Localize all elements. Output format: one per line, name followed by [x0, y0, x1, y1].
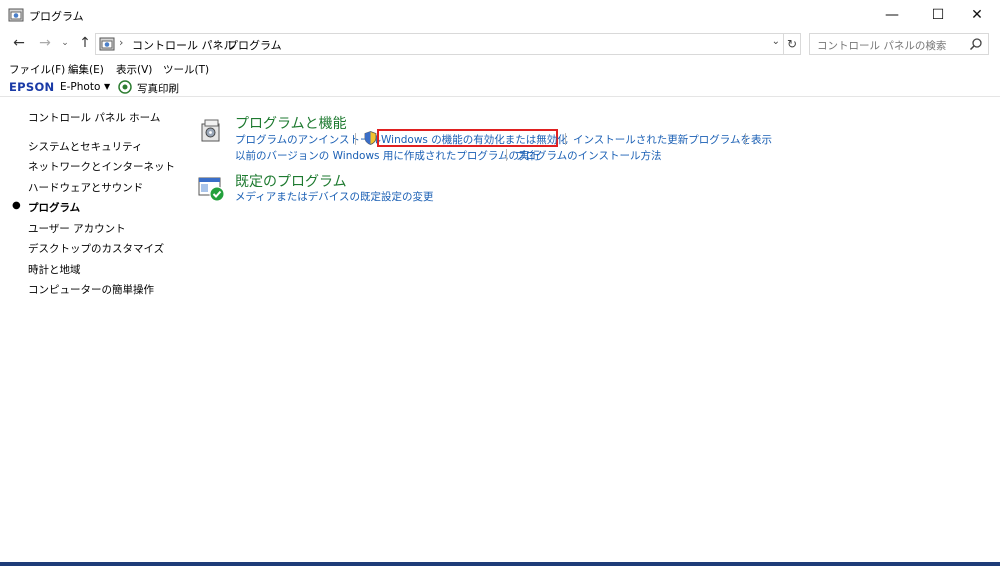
sidebar-item-user-accounts[interactable]: ユーザー アカウント [28, 221, 126, 236]
sidebar-item-personalization[interactable]: デスクトップのカスタマイズ [28, 241, 164, 256]
programs-features-icon[interactable] [198, 116, 226, 144]
menu-view[interactable]: 表示(V) [116, 62, 152, 77]
photo-print-icon[interactable] [118, 80, 132, 94]
epson-logo: EPSON [9, 80, 55, 94]
close-button[interactable]: ✕ [954, 0, 1000, 30]
control-panel-icon [99, 37, 115, 51]
link-separator [745, 133, 746, 145]
sidebar-item-network[interactable]: ネットワークとインターネット [28, 159, 175, 174]
sidebar-item-hardware-sound[interactable]: ハードウェアとサウンド [28, 180, 143, 195]
menu-bar: ファイル(F) 編集(E) 表示(V) ツール(T) [0, 60, 1000, 78]
search-input[interactable]: コントロール パネルの検索 [809, 33, 989, 55]
how-to-install-program-link[interactable]: プログラムのインストール方法 [515, 148, 661, 163]
recent-locations-chevron-icon[interactable]: ⌄ [59, 34, 71, 52]
taskbar-edge [0, 562, 1000, 566]
address-dropdown-icon[interactable]: ⌄ [772, 36, 780, 47]
breadcrumb-chevron-icon: › [119, 36, 124, 49]
menu-file[interactable]: ファイル(F) [9, 62, 65, 77]
link-separator [355, 133, 356, 145]
breadcrumb-control-panel[interactable]: コントロール パネル [132, 37, 235, 53]
navigation-bar: ← → ⌄ ↑ › コントロール パネル › プログラム ⌄ ↻ コントロール … [0, 30, 1000, 58]
change-default-media-device-link[interactable]: メディアまたはデバイスの既定設定の変更 [235, 189, 433, 204]
window-title: プログラム [29, 10, 84, 23]
sidebar-item-clock-region[interactable]: 時計と地域 [28, 262, 81, 277]
toolbar-divider [0, 96, 1000, 97]
shield-icon [364, 131, 377, 145]
breadcrumb-programs[interactable]: プログラム [227, 37, 282, 53]
category-title-default-programs[interactable]: 既定のプログラム [235, 171, 347, 191]
forward-arrow-icon[interactable]: → [36, 34, 54, 52]
up-arrow-icon[interactable]: ↑ [76, 34, 94, 52]
program-compatibility-link[interactable]: 以前のバージョンの Windows 用に作成されたプログラムの実行 [235, 148, 540, 163]
menu-tools[interactable]: ツール(T) [163, 62, 209, 77]
dropdown-triangle-icon[interactable]: ▼ [104, 82, 110, 91]
photo-print-button[interactable]: 写真印刷 [137, 81, 179, 96]
minimize-button[interactable]: — [869, 0, 915, 30]
ephoto-menu[interactable]: E-Photo [60, 81, 100, 93]
sidebar-item-programs[interactable]: プログラム [28, 200, 80, 215]
sidebar-item-ease-of-access[interactable]: コンピューターの簡単操作 [28, 282, 154, 297]
active-bullet-icon: ● [12, 200, 21, 211]
search-placeholder: コントロール パネルの検索 [817, 40, 947, 52]
link-separator [506, 149, 507, 161]
refresh-icon[interactable]: ↻ [784, 33, 801, 55]
view-installed-updates-link[interactable]: インストールされた更新プログラムを表示 [573, 132, 772, 147]
uninstall-program-link[interactable]: プログラムのアンインストール [235, 132, 381, 147]
sidebar-home-link[interactable]: コントロール パネル ホーム [28, 110, 160, 125]
category-title-programs-features[interactable]: プログラムと機能 [235, 113, 347, 133]
default-programs-icon[interactable] [198, 175, 226, 203]
menu-edit[interactable]: 編集(E) [68, 62, 104, 77]
title-bar: プログラム — ☐ ✕ [0, 0, 1000, 30]
address-bar[interactable]: › コントロール パネル › プログラム ⌄ [95, 33, 784, 55]
link-separator [565, 133, 566, 145]
back-arrow-icon[interactable]: ← [10, 34, 28, 52]
breadcrumb-chevron-icon[interactable]: › [214, 36, 218, 49]
epson-toolbar: EPSON E-Photo ▼ 写真印刷 [0, 78, 1000, 96]
search-icon [969, 38, 982, 51]
control-panel-icon [8, 8, 24, 22]
sidebar-item-system-security[interactable]: システムとセキュリティ [28, 139, 143, 154]
windows-features-link[interactable]: Windows の機能の有効化または無効化 [381, 132, 568, 147]
